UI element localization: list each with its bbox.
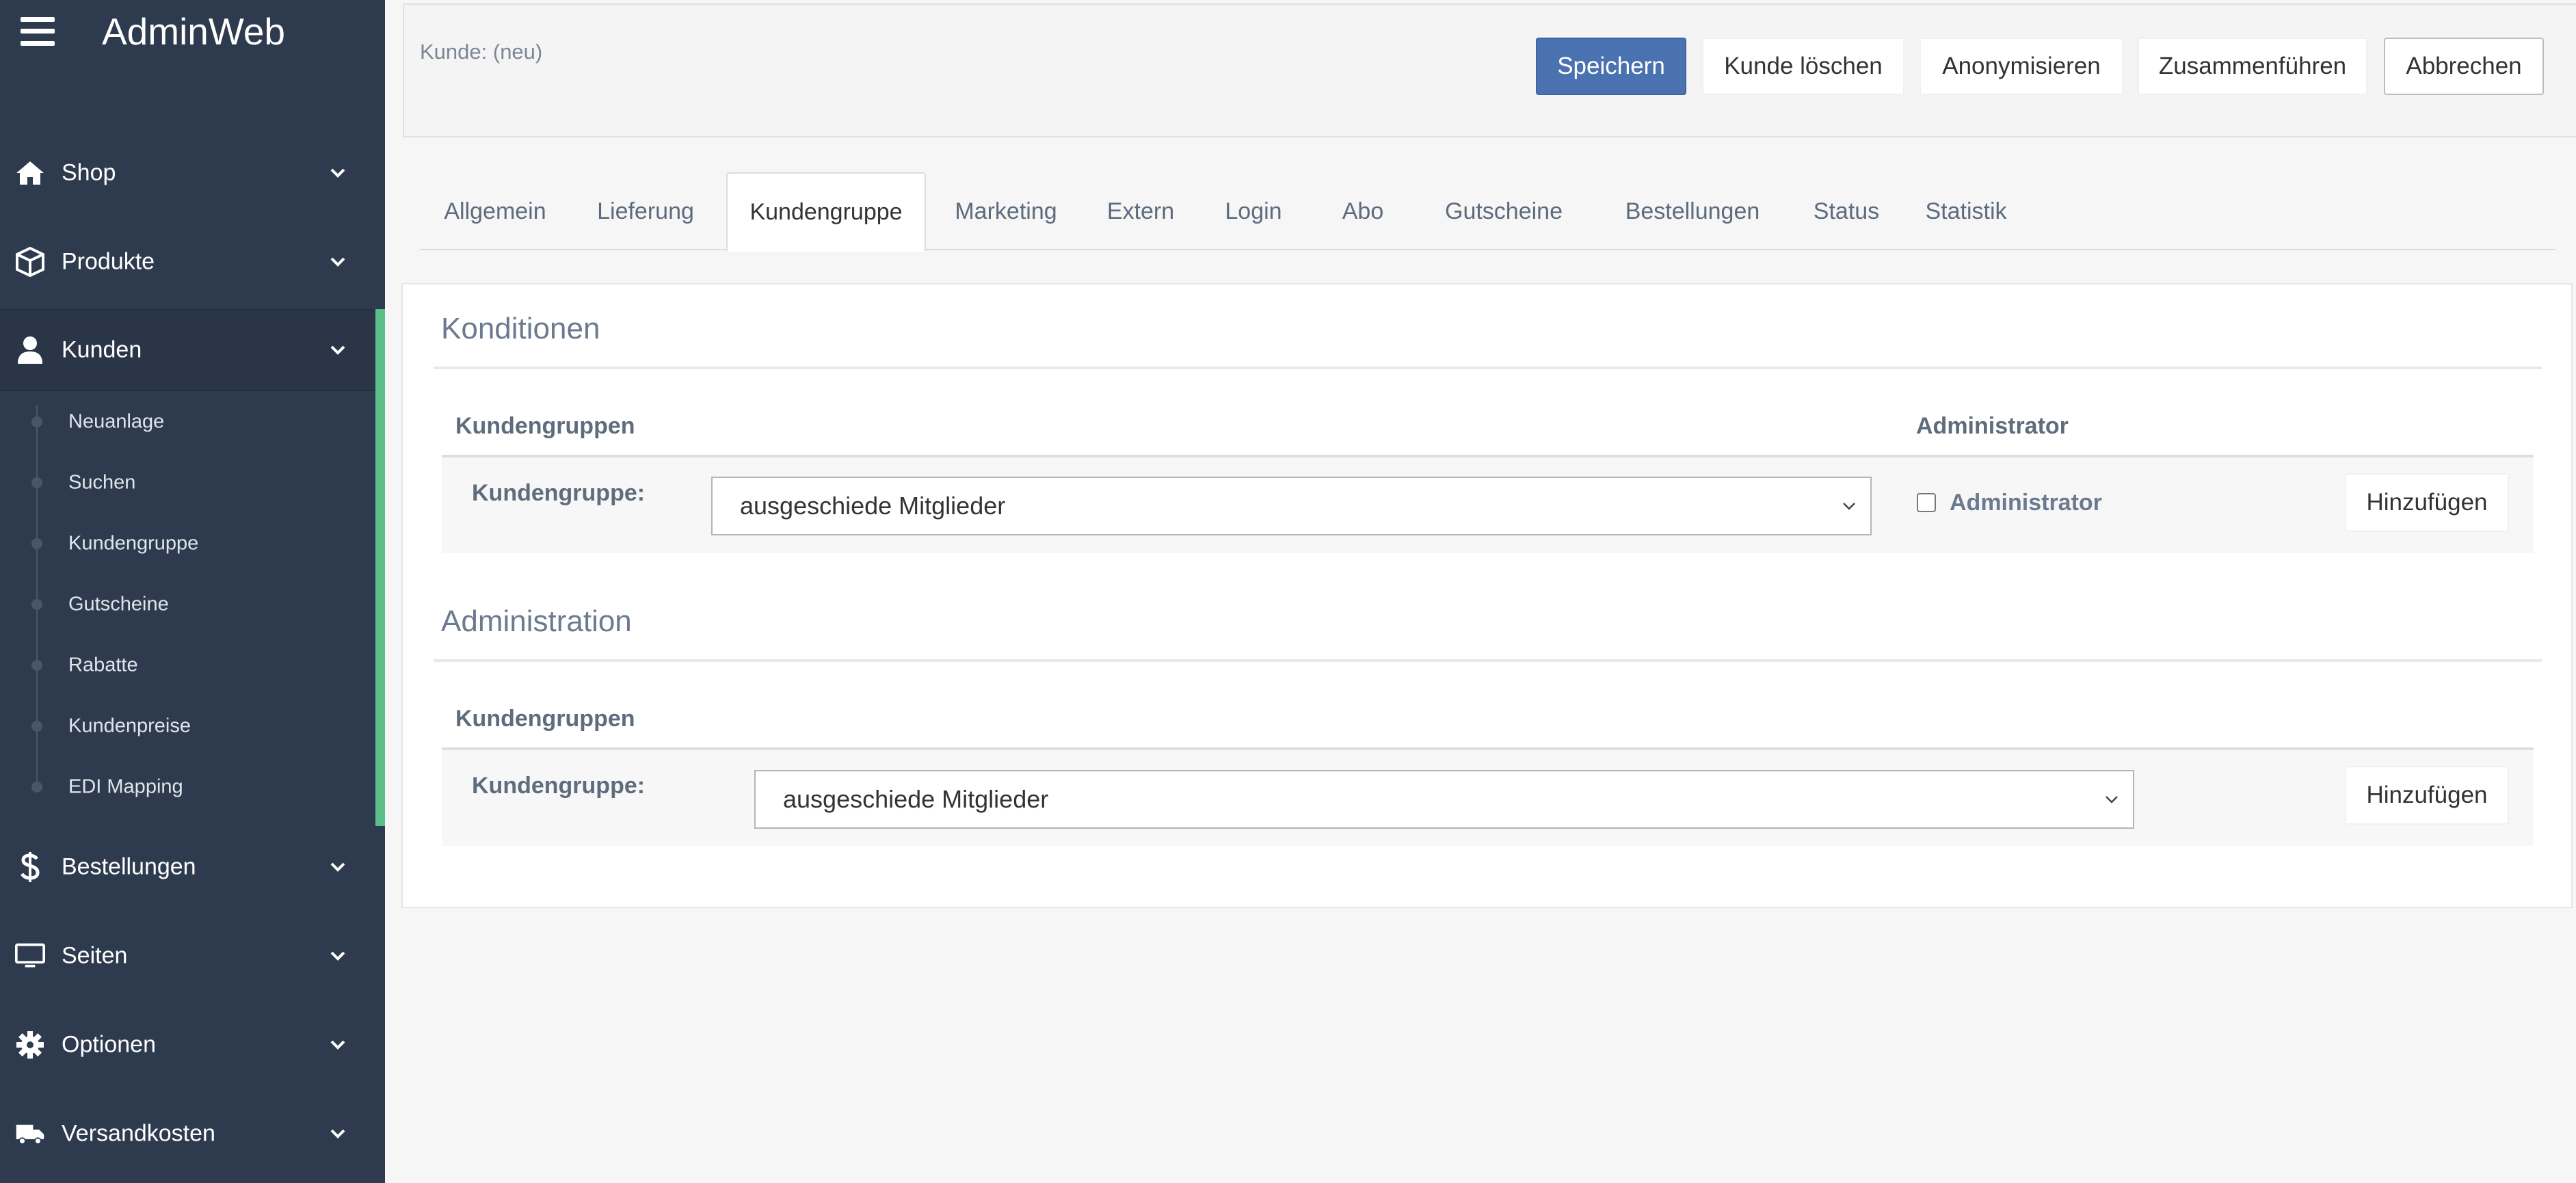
sidebar-subitem-kundengruppe[interactable]: Kundengruppe (0, 513, 375, 574)
column-header-administrator: Administrator (1916, 413, 2069, 439)
subitem-label: Rabatte (68, 654, 138, 676)
tab-abo[interactable]: Abo (1312, 172, 1414, 250)
sidebar: AdminWeb Shop Produkte Kunden Neuanlage (0, 0, 385, 1183)
tab-allgemein[interactable]: Allgemein (420, 172, 570, 250)
tab-status[interactable]: Status (1792, 172, 1901, 250)
field-label-kundengruppe: Kundengruppe: (472, 773, 646, 799)
administration-kundengruppe-select[interactable]: ausgeschiede Mitglieder (754, 770, 2134, 829)
select-value: ausgeschiede Mitglieder (783, 785, 1049, 813)
dollar-icon (15, 852, 45, 882)
select-value: ausgeschiede Mitglieder (740, 492, 1006, 520)
subitem-label: Neuanlage (68, 410, 165, 432)
gear-icon (15, 1030, 45, 1060)
sidebar-item-produkte[interactable]: Produkte (0, 217, 385, 306)
section-title-administration: Administration (441, 604, 632, 638)
bullet-icon (31, 537, 42, 549)
sidebar-item-label: Produkte (62, 248, 155, 275)
anonymize-button[interactable]: Anonymisieren (1920, 38, 2123, 95)
administrator-checkbox-label[interactable]: Administrator (1950, 490, 2102, 516)
delete-customer-button[interactable]: Kunde löschen (1702, 38, 1904, 95)
tab-bar: Allgemein Lieferung Kundengruppe Marketi… (420, 172, 2555, 252)
sidebar-subnav-kunden: Neuanlage Suchen Kundengruppe Gutscheine… (0, 391, 375, 826)
tab-extern[interactable]: Extern (1086, 172, 1195, 250)
sidebar-item-versandkosten[interactable]: Versandkosten (0, 1089, 385, 1178)
section-divider (434, 659, 2542, 662)
chevron-down-icon (330, 1040, 345, 1050)
save-button[interactable]: Speichern (1536, 38, 1686, 95)
sidebar-item-shop[interactable]: Shop (0, 129, 385, 217)
tab-lieferung[interactable]: Lieferung (570, 172, 721, 250)
column-header-kundengruppen: Kundengruppen (455, 413, 635, 439)
sidebar-subitem-edi-mapping[interactable]: EDI Mapping (0, 756, 375, 817)
sidebar-item-seiten[interactable]: Seiten (0, 912, 385, 1000)
sidebar-item-label: Optionen (62, 1031, 156, 1058)
tab-gutscheine[interactable]: Gutscheine (1414, 172, 1593, 250)
bullet-icon (31, 659, 42, 671)
add-button[interactable]: Hinzufügen (2345, 766, 2509, 825)
chevron-down-icon (2106, 796, 2118, 803)
monitor-icon (15, 941, 45, 971)
sidebar-item-label: Kunden (62, 336, 142, 363)
page-title: Kunde: (neu) (420, 40, 543, 64)
sidebar-item-label: Shop (62, 159, 116, 186)
brand-bar: AdminWeb (0, 0, 385, 68)
add-button[interactable]: Hinzufügen (2345, 473, 2509, 532)
bullet-icon (31, 416, 42, 427)
subitem-label: Kundengruppe (68, 532, 199, 554)
sidebar-item-label: Seiten (62, 942, 128, 969)
active-indicator (375, 309, 385, 826)
bullet-icon (31, 477, 42, 488)
app-title: AdminWeb (102, 10, 285, 53)
administrator-checkbox[interactable] (1917, 493, 1936, 512)
tab-bestellungen[interactable]: Bestellungen (1593, 172, 1792, 250)
box-icon (15, 247, 45, 277)
column-header-kundengruppen: Kundengruppen (455, 706, 635, 732)
cancel-button[interactable]: Abbrechen (2384, 38, 2544, 95)
merge-button[interactable]: Zusammenführen (2138, 38, 2367, 95)
subitem-label: Kundenpreise (68, 715, 191, 736)
sidebar-item-bestellungen[interactable]: Bestellungen (0, 823, 385, 912)
truck-icon (15, 1119, 45, 1149)
chevron-down-icon (330, 951, 345, 961)
chevron-down-icon (330, 862, 345, 872)
sidebar-item-optionen[interactable]: Optionen (0, 1000, 385, 1089)
sidebar-subitem-neuanlage[interactable]: Neuanlage (0, 391, 375, 452)
sidebar-item-kunden[interactable]: Kunden (0, 309, 385, 391)
chevron-down-icon (330, 257, 345, 267)
tab-statistik[interactable]: Statistik (1901, 172, 2031, 250)
bullet-icon (31, 598, 42, 610)
tab-marketing[interactable]: Marketing (926, 172, 1086, 250)
subitem-label: EDI Mapping (68, 775, 183, 797)
chevron-down-icon (330, 345, 345, 355)
sidebar-subitem-rabatte[interactable]: Rabatte (0, 635, 375, 695)
chevron-down-icon (330, 1129, 345, 1139)
subitem-label: Gutscheine (68, 593, 169, 615)
field-label-kundengruppe: Kundengruppe: (472, 480, 646, 506)
sidebar-item-label: Versandkosten (62, 1120, 215, 1147)
user-icon (15, 335, 45, 365)
sidebar-subitem-kundenpreise[interactable]: Kundenpreise (0, 695, 375, 756)
section-divider (434, 367, 2542, 369)
tab-kundengruppe[interactable]: Kundengruppe (726, 172, 926, 252)
sidebar-subitem-gutscheine[interactable]: Gutscheine (0, 574, 375, 635)
tab-login[interactable]: Login (1195, 172, 1312, 250)
kundengruppe-select[interactable]: ausgeschiede Mitglieder (711, 477, 1872, 535)
chevron-down-icon (330, 168, 345, 178)
section-title-konditionen: Konditionen (441, 312, 600, 345)
sidebar-subitem-suchen[interactable]: Suchen (0, 452, 375, 513)
sidebar-item-label: Bestellungen (62, 853, 196, 880)
bullet-icon (31, 781, 42, 793)
chevron-down-icon (1843, 503, 1855, 510)
hamburger-menu-icon[interactable] (21, 17, 55, 46)
home-icon (15, 158, 45, 188)
subitem-label: Suchen (68, 471, 136, 493)
bullet-icon (31, 720, 42, 732)
